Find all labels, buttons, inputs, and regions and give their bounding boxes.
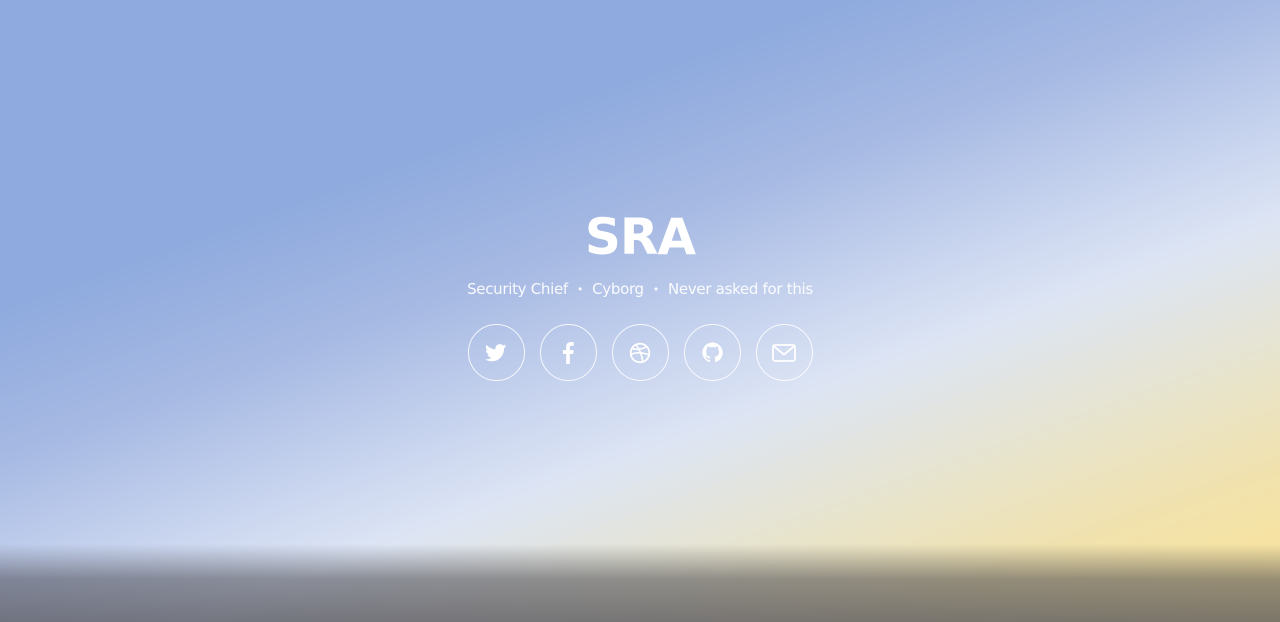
dribbble-icon: [629, 342, 651, 363]
twitter-button[interactable]: [467, 324, 525, 381]
tagline: Security Chief • Cyborg • Never asked fo…: [0, 280, 1280, 298]
facebook-icon: [562, 341, 574, 364]
page-title: SRA: [584, 208, 696, 266]
social-links: [0, 324, 1280, 381]
tagline-role: Security Chief: [467, 280, 568, 298]
dribbble-button[interactable]: [611, 324, 669, 381]
envelope-icon: [772, 343, 796, 362]
hero: SRA Security Chief • Cyborg • Never aske…: [0, 206, 1280, 381]
tagline-note: Never asked for this: [667, 280, 813, 298]
email-button[interactable]: [755, 324, 813, 381]
github-icon: [701, 342, 723, 363]
tagline-separator: •: [652, 282, 660, 296]
tagline-type: Cyborg: [592, 280, 644, 298]
github-button[interactable]: [683, 324, 741, 381]
tagline-separator: •: [576, 282, 584, 296]
twitter-icon: [485, 343, 507, 361]
facebook-button[interactable]: [539, 324, 597, 381]
bottom-fade: [0, 544, 1280, 622]
